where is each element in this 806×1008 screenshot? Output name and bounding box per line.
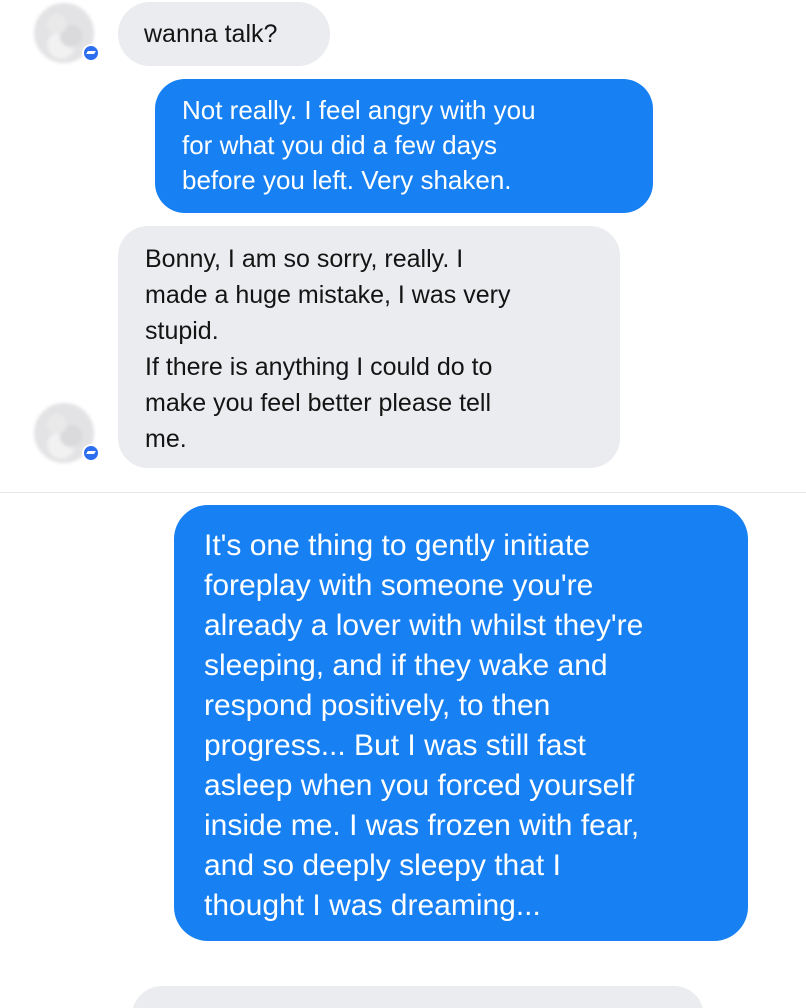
incoming-message-bubble-partial[interactable] bbox=[132, 986, 704, 1008]
message-thread: wanna talk? Not really. I feel angry wit… bbox=[0, 0, 806, 1008]
messenger-badge-icon bbox=[82, 444, 100, 462]
incoming-message-bubble[interactable]: Bonny, I am so sorry, really. I made a h… bbox=[118, 226, 620, 468]
incoming-message-bubble[interactable]: wanna talk? bbox=[118, 2, 330, 66]
messenger-badge-icon bbox=[82, 44, 100, 62]
outgoing-message-bubble[interactable]: Not really. I feel angry with you for wh… bbox=[155, 79, 653, 213]
thread-divider bbox=[0, 492, 806, 493]
outgoing-message-bubble[interactable]: It's one thing to gently initiate forepl… bbox=[174, 505, 748, 941]
